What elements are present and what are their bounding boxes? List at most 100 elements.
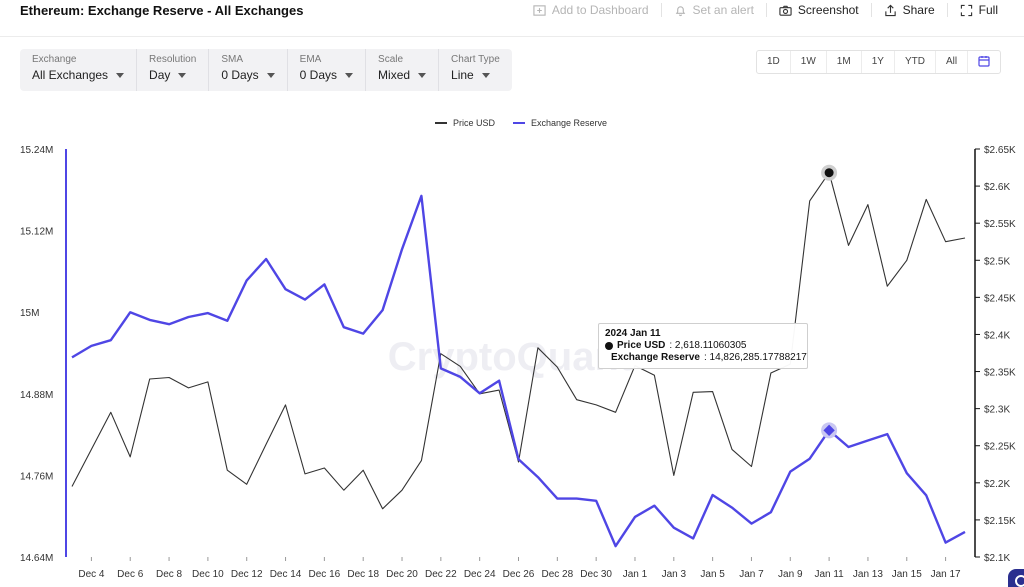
filter-bar: Exchange All Exchanges Resolution Day SM…: [20, 49, 512, 91]
right-axis-tick-label: $2.55K: [984, 219, 1016, 230]
left-axis-tick-label: 14.88M: [20, 390, 53, 401]
x-axis-tick-label: Dec 4: [78, 569, 105, 580]
x-axis-tick-label: Jan 5: [700, 569, 725, 580]
x-axis-tick-label: Jan 9: [778, 569, 803, 580]
x-axis-tick-label: Dec 10: [192, 569, 224, 580]
tooltip-price-marker: [605, 342, 613, 350]
filter-resolution-label: Resolution: [149, 54, 197, 65]
tooltip-price-value: : 2,618.11060305: [669, 340, 747, 351]
calendar-button[interactable]: [967, 51, 1000, 73]
legend-label-reserve: Exchange Reserve: [531, 118, 608, 128]
range-selector: 1D 1W 1M 1Y YTD All: [756, 50, 1002, 74]
chart-legend: Price USD Exchange Reserve: [435, 118, 607, 128]
legend-item-reserve[interactable]: Exchange Reserve: [513, 118, 607, 128]
filter-resolution[interactable]: Resolution Day: [136, 49, 208, 91]
left-axis-tick-label: 14.76M: [20, 471, 53, 482]
range-all[interactable]: All: [934, 51, 967, 73]
x-axis-tick-label: Dec 6: [117, 569, 144, 580]
right-axis-tick-label: $2.25K: [984, 442, 1016, 453]
filter-ema-label: EMA: [299, 54, 322, 65]
right-axis-tick-label: $2.4K: [984, 330, 1010, 341]
page-title: Ethereum: Exchange Reserve - All Exchang…: [20, 3, 304, 18]
x-axis-tick-label: Dec 24: [464, 569, 496, 580]
tooltip-price-key: Price USD: [617, 340, 666, 351]
legend-item-price[interactable]: Price USD: [435, 118, 495, 128]
chevron-down-icon: [178, 73, 187, 78]
filter-chart-type-value: Line: [451, 68, 474, 82]
fullscreen-button[interactable]: Full: [946, 3, 1010, 17]
filter-exchange-value: All Exchanges: [32, 68, 109, 82]
right-axis-tick-label: $2.15K: [984, 516, 1016, 527]
filter-sma-label: SMA: [221, 54, 243, 65]
filter-exchange[interactable]: Exchange All Exchanges: [20, 49, 136, 91]
range-1m[interactable]: 1M: [825, 51, 861, 73]
right-axis-tick-label: $2.6K: [984, 182, 1010, 193]
right-axis-tick-label: $2.5K: [984, 256, 1010, 267]
filter-chart-type-label: Chart Type: [451, 54, 500, 65]
share-label: Share: [902, 3, 935, 17]
left-axis-tick-label: 15.24M: [20, 145, 53, 156]
tooltip-reserve-marker: [603, 355, 609, 361]
left-axis-tick-label: 15M: [20, 308, 39, 319]
x-axis-tick-label: Dec 28: [541, 569, 573, 580]
left-axis-tick-label: 14.64M: [20, 553, 53, 564]
right-axis-tick-label: $2.2K: [984, 479, 1010, 490]
tooltip-reserve-row: Exchange Reserve: 14,826,285.17788217: [603, 352, 807, 364]
fullscreen-icon: [960, 4, 972, 16]
calendar-icon: [978, 56, 990, 67]
top-bar: Ethereum: Exchange Reserve - All Exchang…: [0, 0, 1024, 24]
screenshot-label: Screenshot: [797, 3, 859, 17]
range-1y[interactable]: 1Y: [860, 51, 894, 73]
filter-sma[interactable]: SMA 0 Days: [208, 49, 286, 91]
camera-icon: [779, 5, 792, 16]
right-axis-tick-label: $2.1K: [984, 553, 1010, 564]
filter-chart-type[interactable]: Chart Type Line: [438, 49, 512, 91]
tooltip-reserve-value: : 14,826,285.17788217: [703, 352, 807, 363]
add-to-dashboard-label: Add to Dashboard: [551, 3, 649, 17]
x-axis-tick-label: Dec 22: [425, 569, 457, 580]
toolbar-actions: Add to Dashboard Set an alert Screenshot…: [521, 3, 1010, 17]
screenshot-button[interactable]: Screenshot: [765, 3, 871, 17]
chevron-down-icon: [116, 73, 125, 78]
filter-ema[interactable]: EMA 0 Days: [286, 49, 365, 91]
header-divider: [0, 36, 1024, 37]
left-axis-tick-label: 15.12M: [20, 227, 53, 238]
x-axis-tick-label: Dec 20: [386, 569, 418, 580]
chevron-down-icon: [481, 73, 490, 78]
filter-sma-value: 0 Days: [221, 68, 259, 82]
x-axis-tick-label: Dec 14: [270, 569, 302, 580]
set-alert-button[interactable]: Set an alert: [660, 3, 766, 17]
right-axis-tick-label: $2.3K: [984, 405, 1010, 416]
x-axis-tick-label: Dec 16: [309, 569, 341, 580]
filter-scale-label: Scale: [378, 54, 404, 65]
watermark-text: CryptoQuant: [388, 335, 632, 379]
tooltip-reserve-key: Exchange Reserve: [611, 352, 700, 363]
range-ytd[interactable]: YTD: [893, 51, 935, 73]
x-axis-tick-label: Jan 1: [623, 569, 648, 580]
x-axis-tick-label: Dec 30: [580, 569, 612, 580]
x-axis-tick-label: Jan 13: [853, 569, 883, 580]
price-highlight-point: [824, 168, 834, 178]
tooltip-date: 2024 Jan 11: [605, 328, 661, 339]
chevron-down-icon: [418, 73, 427, 78]
filter-resolution-value: Day: [149, 68, 171, 82]
x-axis-tick-label: Jan 3: [662, 569, 687, 580]
range-1d[interactable]: 1D: [757, 51, 790, 73]
right-axis-tick-label: $2.65K: [984, 145, 1016, 156]
chart-tooltip: 2024 Jan 11 Price USD: 2,618.11060305 Ex…: [598, 323, 808, 369]
filter-scale[interactable]: Scale Mixed: [365, 49, 438, 91]
tooltip-price-row: Price USD: 2,618.11060305: [605, 340, 801, 352]
add-to-dashboard-button[interactable]: Add to Dashboard: [521, 3, 661, 17]
share-button[interactable]: Share: [870, 3, 947, 17]
x-axis-tick-label: Jan 11: [814, 569, 844, 580]
chat-widget-button[interactable]: [1008, 569, 1024, 587]
x-axis-tick-label: Jan 7: [739, 569, 764, 580]
filter-scale-value: Mixed: [378, 68, 411, 82]
legend-swatch-reserve: [513, 122, 526, 124]
bell-icon: [675, 5, 685, 16]
legend-swatch-price: [435, 122, 447, 124]
range-1w[interactable]: 1W: [789, 51, 826, 73]
x-axis-tick-label: Jan 15: [892, 569, 922, 580]
chart-canvas[interactable]: CryptoQuant 14.64M 14.76M 14.88M 15M 15.12M 1…: [0, 130, 1024, 587]
set-alert-label: Set an alert: [692, 3, 754, 17]
